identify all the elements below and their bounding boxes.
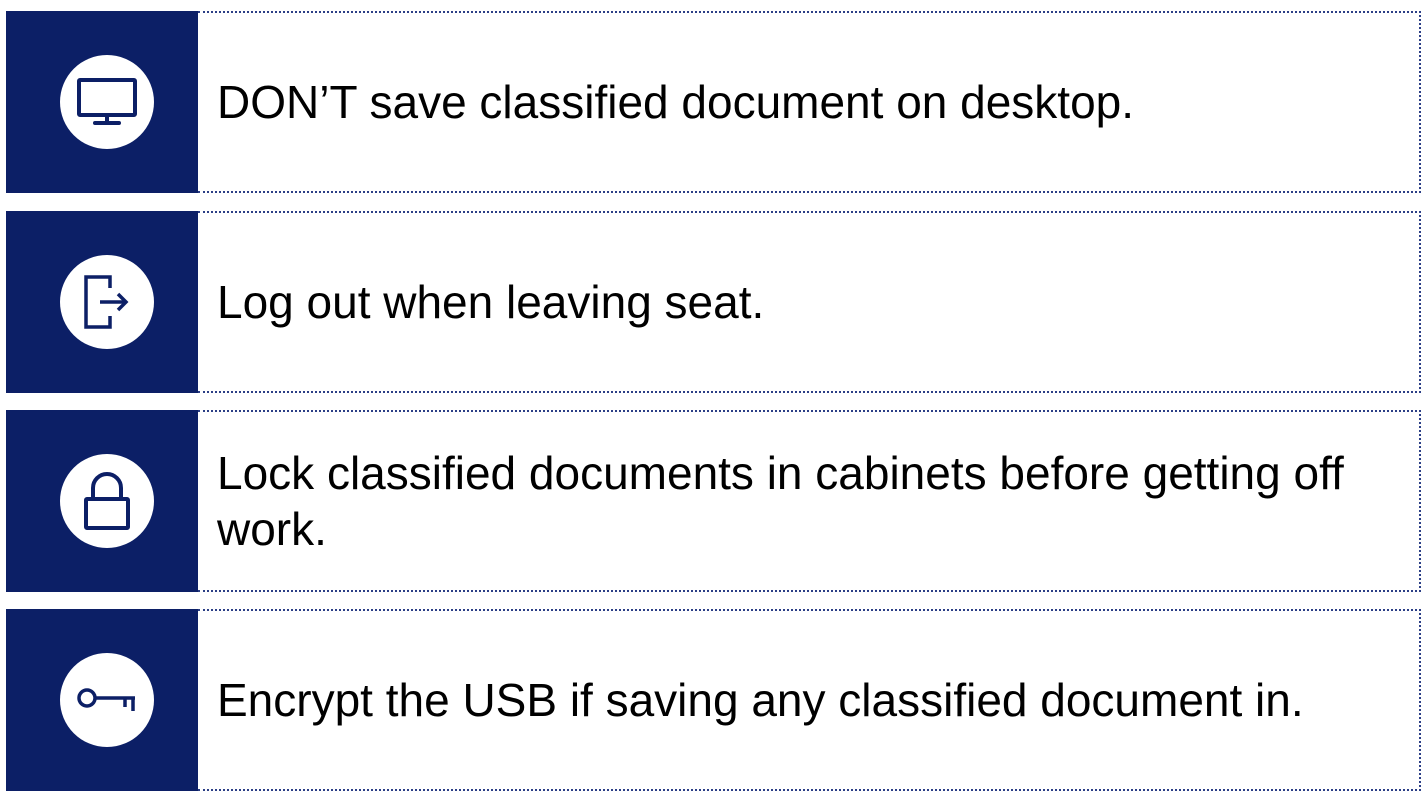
rule-row-logout: Log out when leaving seat.	[6, 211, 1421, 393]
rule-panel: Lock classified documents in cabinets be…	[198, 410, 1421, 592]
lock-icon	[84, 472, 130, 530]
rule-panel: Encrypt the USB if saving any classified…	[198, 609, 1421, 791]
rule-row-lock: Lock classified documents in cabinets be…	[6, 410, 1421, 592]
icon-circle	[60, 653, 154, 747]
icon-block	[6, 211, 198, 393]
icon-block	[6, 609, 198, 791]
logout-icon	[84, 275, 129, 329]
rule-text: Log out when leaving seat.	[217, 276, 765, 328]
rule-panel: DON’T save classified document on deskto…	[198, 11, 1421, 193]
rule-text: Encrypt the USB if saving any classified…	[217, 674, 1304, 726]
icon-block	[6, 11, 198, 193]
icon-circle	[60, 454, 154, 548]
icon-block	[6, 410, 198, 592]
rule-row-desktop: DON’T save classified document on deskto…	[6, 11, 1421, 193]
monitor-icon	[77, 78, 137, 125]
rule-row-usb: Encrypt the USB if saving any classified…	[6, 609, 1421, 791]
rule-text: Lock classified documents in cabinets be…	[217, 447, 1344, 555]
key-icon	[77, 688, 135, 711]
rule-text: DON’T save classified document on deskto…	[217, 76, 1135, 128]
icon-circle	[60, 255, 154, 349]
icon-circle	[60, 55, 154, 149]
rule-panel: Log out when leaving seat.	[198, 211, 1421, 393]
